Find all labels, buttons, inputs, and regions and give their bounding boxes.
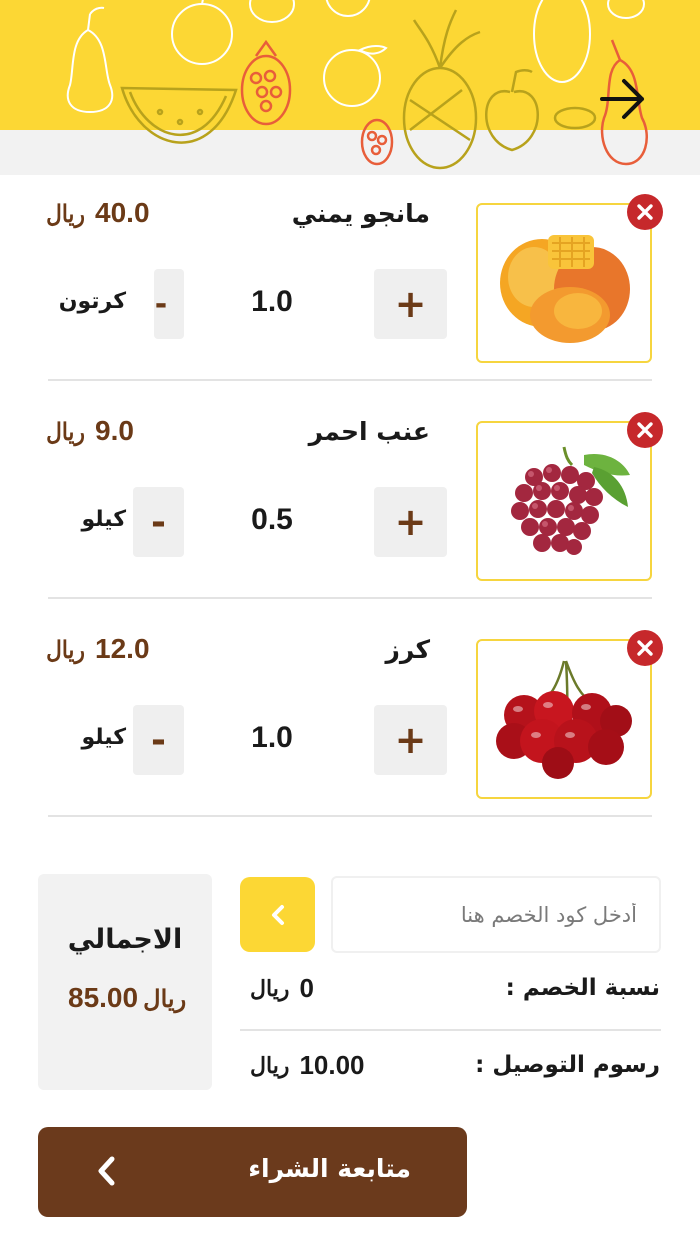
unit-label: كيلو: [81, 725, 126, 750]
mango-image: [476, 203, 652, 363]
cart-item: مانجو يمني ريال 40.0 + 1.0 - كرتون: [0, 175, 700, 393]
delivery-fee-label: رسوم التوصيل :: [475, 1052, 660, 1078]
decrease-quantity-button[interactable]: -: [133, 705, 184, 775]
item-price: ريال 40.0: [44, 197, 150, 229]
decrease-quantity-button[interactable]: -: [133, 487, 184, 557]
quantity-value: 1.0: [251, 721, 293, 754]
increase-quantity-button[interactable]: +: [374, 705, 447, 775]
discount-amount: 0: [299, 973, 314, 1003]
divider: [48, 379, 652, 381]
price-amount: 40.0: [95, 197, 150, 228]
cherries-image: [476, 639, 652, 799]
item-price: ريال 9.0: [44, 415, 134, 447]
chevron-left-icon: [271, 904, 284, 925]
cart-item: كرز ريال 12.0 + 1.0 - كيلو: [0, 611, 700, 829]
total-label: الاجمالي: [67, 924, 183, 955]
price-amount: 12.0: [95, 633, 150, 664]
remove-item-button[interactable]: [627, 412, 663, 448]
remove-item-button[interactable]: [627, 194, 663, 230]
close-icon: [637, 422, 653, 438]
discount-label: نسبة الخصم :: [505, 975, 660, 1001]
close-icon: [637, 640, 653, 656]
divider: [48, 597, 652, 599]
total-price: ريال 85.00: [68, 982, 186, 1014]
remove-item-button[interactable]: [627, 630, 663, 666]
currency-symbol: ريال: [250, 975, 290, 1002]
item-name: مانجو يمني: [291, 199, 430, 228]
decrease-quantity-button[interactable]: -: [154, 269, 184, 339]
header-banner: [0, 0, 700, 175]
close-icon: [637, 204, 653, 220]
item-price: ريال 12.0: [44, 633, 150, 665]
checkout-label: متابعة الشراء: [248, 1154, 411, 1183]
currency-symbol: ريال: [46, 634, 85, 664]
total-box: الاجمالي ريال 85.00: [38, 874, 212, 1090]
fruit-pattern-illustration: [66, 0, 648, 170]
delivery-fee-value: ريال 10.00: [250, 1050, 365, 1081]
coupon-code-input[interactable]: [331, 876, 661, 953]
arrow-right-icon[interactable]: [598, 76, 648, 122]
increase-quantity-button[interactable]: +: [374, 269, 447, 339]
quantity-value: 0.5: [251, 503, 293, 536]
currency-symbol: ريال: [250, 1052, 290, 1079]
total-amount: 85.00: [68, 982, 139, 1013]
chevron-left-icon: [98, 1156, 115, 1186]
item-name: عنب احمر: [308, 417, 430, 446]
divider: [48, 815, 652, 817]
red-grapes-image: [476, 421, 652, 581]
checkout-button[interactable]: متابعة الشراء: [38, 1127, 467, 1217]
discount-value: ريال 0: [250, 973, 314, 1004]
currency-symbol: ريال: [46, 198, 85, 228]
currency-symbol: ريال: [46, 416, 85, 446]
unit-label: كيلو: [81, 507, 126, 532]
quantity-value: 1.0: [251, 285, 293, 318]
increase-quantity-button[interactable]: +: [374, 487, 447, 557]
cart-item: عنب احمر ريال 9.0 + 0.5 - كيلو: [0, 393, 700, 611]
apply-coupon-button[interactable]: [240, 877, 315, 952]
price-amount: 9.0: [95, 415, 134, 446]
currency-symbol: ريال: [143, 984, 187, 1013]
unit-label: كرتون: [58, 289, 126, 314]
divider: [240, 1029, 661, 1031]
delivery-fee-amount: 10.00: [299, 1050, 365, 1080]
item-name: كرز: [385, 635, 430, 664]
